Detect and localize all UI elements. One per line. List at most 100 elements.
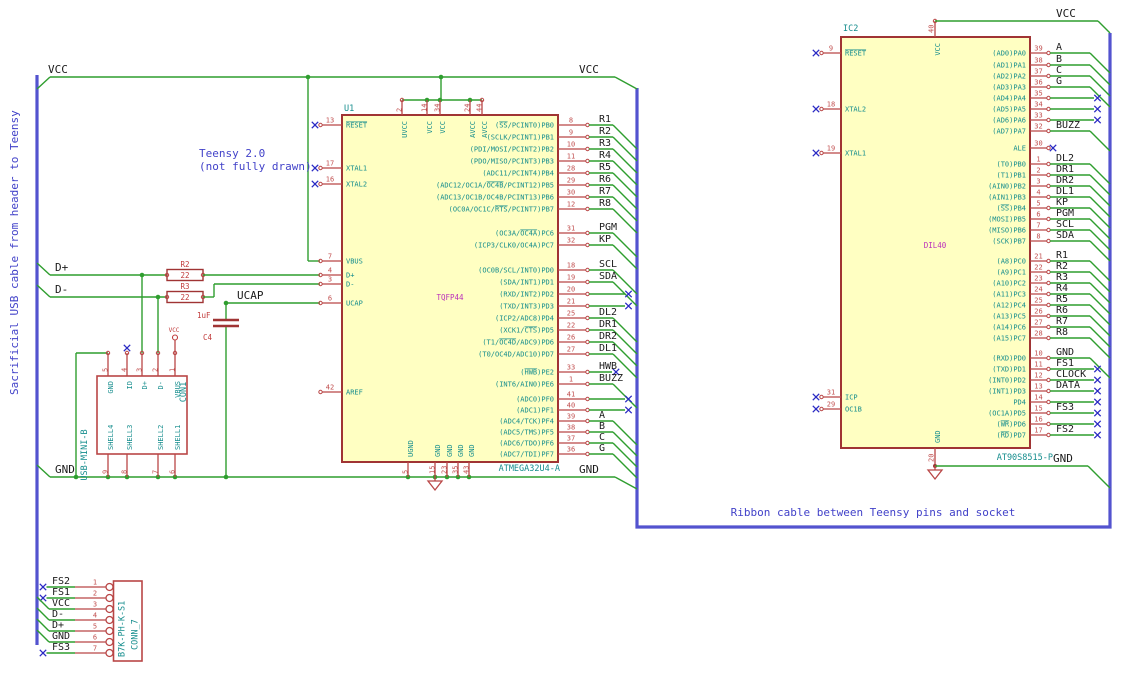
pin-end-circle (585, 396, 590, 402)
u1-pin-name: AVCC (469, 121, 477, 138)
pin-end-circle (585, 440, 590, 446)
net-label-FS1: FS1 (52, 587, 70, 598)
bus-entry (1087, 465, 1111, 489)
pin-end-circle (585, 242, 590, 248)
pin-end-circle (1046, 216, 1051, 222)
bus-entry (1089, 196, 1111, 218)
bus-entry (612, 184, 638, 210)
ic2-pin-number: 35 (1034, 90, 1042, 98)
con1-pin-name: D- (157, 381, 165, 389)
ic2-pin-name: GND (934, 430, 942, 443)
ic2-pin-number: 33 (1034, 112, 1042, 120)
net-label-R2: R2 (1056, 261, 1068, 272)
conn7-pin-number: 6 (93, 634, 97, 642)
u1-pin-number: 35 (452, 466, 460, 474)
net-label-R1: R1 (1056, 250, 1068, 261)
pin-end-circle (585, 291, 590, 297)
u1-pin-name: VCC (439, 121, 447, 134)
schematic-canvas: VCC VCCGND GNDD+D-R222R322 UCAP1uFC45GND4ID… (8, 7, 1112, 662)
bus-entry (1097, 20, 1111, 34)
ic2-pin-name: (INT0)PD2 (988, 377, 1026, 385)
pin-end-circle (1046, 324, 1051, 330)
con1-pin-number: 9 (102, 470, 110, 474)
net-label-gnd: GND (579, 463, 599, 476)
net-label-D+: D+ (52, 620, 64, 631)
pin-end-circle (585, 158, 590, 164)
ic2-pin-number: 5 (1036, 200, 1040, 208)
ic2-pin-name: (AD5)PA5 (992, 106, 1026, 114)
ic2-pin-number: 31 (827, 389, 835, 397)
u1-pin-number: 7 (328, 253, 332, 261)
bus-entry (36, 618, 50, 632)
pin-end-circle (585, 327, 590, 333)
ic2-pin-number: 1 (1036, 156, 1040, 164)
bus-entry (612, 160, 638, 186)
ic2-pin-name: (A13)PC5 (992, 313, 1026, 321)
net-label-DR2: DR2 (599, 331, 617, 342)
resistor-r3-ref: R3 (180, 282, 189, 291)
ic2-pin-name: (A10)PC2 (992, 280, 1026, 288)
ic2-pin-name: (OC1A)PD5 (988, 410, 1026, 418)
u1-ref: U1 (344, 104, 354, 114)
u1-pin-number: 38 (567, 424, 575, 432)
con1-pin-number: 6 (169, 470, 177, 474)
pin-end-circle (585, 381, 590, 387)
ic2-pin-name: (AD0)PA0 (992, 50, 1026, 58)
pin-end-circle (585, 315, 590, 321)
pin-end-circle (1046, 302, 1051, 308)
ic2-pin-number: 8 (1036, 233, 1040, 241)
con1-pin-name: SHELL1 (174, 425, 182, 450)
bus-entry (1089, 229, 1111, 251)
net-label-FS1: FS1 (1056, 358, 1074, 369)
conn7-pin-circle (105, 604, 114, 614)
ic2-pin-name: OC1B (845, 406, 862, 414)
bus-entry (1089, 282, 1111, 304)
pin-end-circle (1046, 145, 1051, 151)
conn7-pin-number: 5 (93, 623, 97, 631)
net-label-R6: R6 (599, 174, 611, 185)
pin-end-circle (585, 429, 590, 435)
net-label-dplus: D+ (55, 261, 69, 274)
note-teensy-line1: Teensy 2.0 (199, 147, 265, 160)
ic2-pin-name: (SS)PB4 (996, 205, 1026, 213)
bus-entry (612, 420, 638, 446)
u1-pin-number: 9 (569, 129, 573, 137)
u1-pin-name: (HWB)PE2 (520, 369, 554, 377)
conn7-pin-number: 1 (93, 579, 97, 587)
note-teensy-line2: (not fully drawn) (199, 160, 312, 173)
pin-end-circle (1046, 128, 1051, 134)
ic2-pin-number: 11 (1034, 361, 1042, 369)
bus-entry (1089, 174, 1111, 196)
net-label-G: G (1056, 76, 1062, 87)
net-label-gnd: GND (1053, 452, 1073, 465)
gnd-symbol-icon (426, 480, 444, 492)
pin-end-circle (1046, 410, 1051, 416)
u1-pin-number: 23 (441, 466, 449, 474)
ic2-pin-name: (AD3)PA3 (992, 84, 1026, 92)
ic2-pin-name: (WR)PD6 (996, 421, 1026, 429)
u1-pin-number: 15 (429, 466, 437, 474)
u1-pin-name: (RXD/INT2)PD2 (499, 291, 554, 299)
net-label-R3: R3 (599, 138, 611, 149)
net-label-VCC: VCC (52, 598, 70, 609)
ic2-package: DIL40 (924, 241, 947, 250)
pin-end-circle (1046, 194, 1051, 200)
u1-pin-name: (ADC6/TDO)PF6 (499, 440, 554, 448)
u1-pin-name: (PDO/MISO/PCINT3)PB3 (470, 158, 554, 166)
u1-pin-name: XTAL1 (346, 165, 367, 173)
u1-pin-number: 33 (567, 364, 575, 372)
pin-end-circle (585, 206, 590, 212)
ic2-pin-number: 29 (827, 401, 835, 409)
con1-pin-number: 8 (121, 470, 129, 474)
u1-pin-name: (OC3A/OC4A)PC6 (495, 230, 554, 238)
ic2-ref: IC2 (843, 24, 858, 34)
ic2-pin-name: (MISO)PB6 (988, 227, 1026, 235)
net-label-BUZZ: BUZZ (599, 373, 623, 384)
u1-pin-name: (PDI/MOSI/PCINT2)PB2 (470, 146, 554, 154)
u1-pin-number: 12 (567, 201, 575, 209)
pin-end-circle (585, 418, 590, 424)
u1-pin-number: 41 (567, 391, 575, 399)
ic2-pin-name: (AD1)PA1 (992, 62, 1026, 70)
ic2-pin-number: 21 (1034, 253, 1042, 261)
bus-entry (1089, 64, 1111, 86)
